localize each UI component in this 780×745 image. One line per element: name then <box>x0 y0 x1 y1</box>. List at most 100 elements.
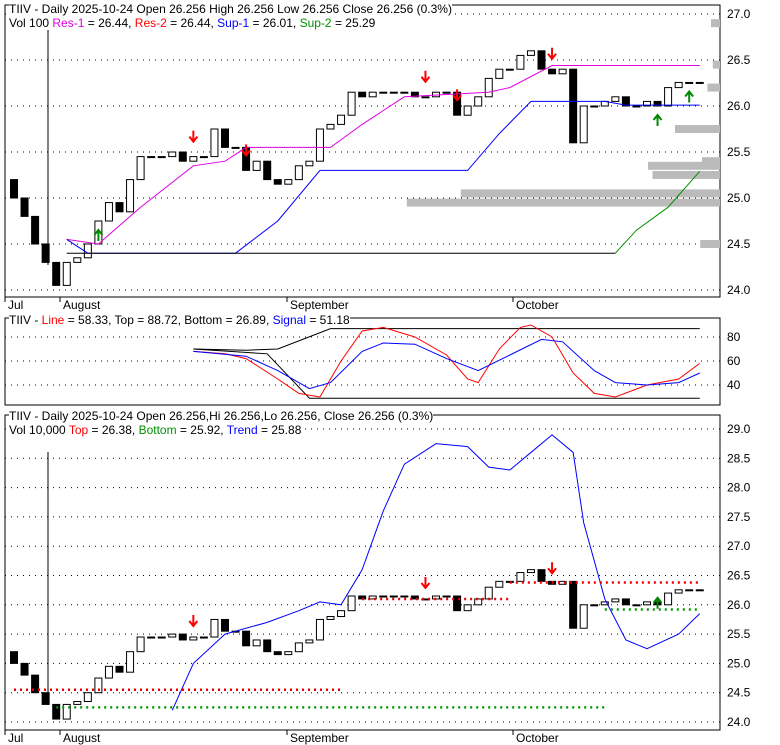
volume-profile-bar <box>675 125 720 133</box>
price-ytick: 26.5 <box>727 53 751 67</box>
trend-ytick: 25.0 <box>727 656 751 670</box>
sup2-value: = 25.29 <box>331 16 376 30</box>
trend-panel-candle <box>379 595 388 598</box>
price-candle <box>579 105 588 144</box>
price-candle <box>685 81 694 84</box>
volume-profile-bar <box>460 189 720 198</box>
up-arrow-icon <box>652 113 663 126</box>
vol-label: Vol 100 <box>9 16 50 30</box>
res1-value: = 26.44, <box>84 16 135 30</box>
trend-panel-candle <box>537 569 546 582</box>
price-candle <box>611 96 620 102</box>
up-arrow-icon <box>684 89 694 103</box>
trend-panel-candle <box>579 604 588 629</box>
trend-panel-candle <box>674 589 683 594</box>
down-arrow-icon <box>188 130 199 144</box>
xtick-label: October <box>516 298 559 312</box>
price-candle <box>368 91 377 98</box>
price-candle <box>315 128 324 162</box>
xtick-label: September <box>290 298 349 312</box>
price-candle <box>558 68 567 75</box>
volume-profile-bar <box>406 198 720 207</box>
res2-label: Res-2 <box>134 16 167 30</box>
price-candle <box>273 179 282 185</box>
down-arrow-icon <box>420 70 431 84</box>
volume-profile-bar <box>707 83 720 92</box>
price-ytick: 24.0 <box>727 283 751 297</box>
trend-panel-candle <box>73 700 82 705</box>
trend-panel-candle <box>294 642 303 653</box>
volume-profile-bar <box>712 60 720 69</box>
trend-panel-candle <box>695 589 704 592</box>
trend-panel-candle <box>495 580 504 588</box>
stoch-top-line <box>193 328 700 351</box>
res2-value: = 26.44, <box>166 16 218 30</box>
trend-panel-candle <box>10 651 18 664</box>
price-candle <box>157 156 166 159</box>
trend-panel-candle <box>389 595 398 598</box>
trend-panel-candle <box>400 595 409 598</box>
trend-panel-candle <box>157 636 166 639</box>
sup2-label: Sup-2 <box>299 16 332 30</box>
trend-panel-candle <box>189 636 198 641</box>
price-candle <box>126 179 135 213</box>
price-ytick: 26.0 <box>727 99 751 113</box>
trend-ytick: 29.0 <box>727 422 751 436</box>
panel-3-frame <box>4 414 721 731</box>
trend-panel-candle <box>147 636 156 639</box>
trend-panel-candle <box>273 651 282 656</box>
trend-panel-candle <box>326 616 335 620</box>
price-candle <box>389 91 398 94</box>
trend-ytick: 27.5 <box>727 510 751 524</box>
price-candle <box>83 243 92 259</box>
price-candle <box>379 91 388 94</box>
price-candle <box>252 160 261 171</box>
trend-panel-candle <box>168 633 177 638</box>
price-candle <box>347 91 356 116</box>
trend-label: Trend <box>226 423 258 437</box>
trend-panel-candle <box>347 595 356 612</box>
trend-value: = 25.88 <box>257 423 302 437</box>
volume-profile-bar <box>711 19 720 28</box>
trend-panel-candle <box>664 592 673 606</box>
xtick-label: Jul <box>8 298 23 312</box>
trend-ytick: 24.0 <box>727 715 751 729</box>
sup2-line <box>614 170 701 254</box>
stoch-signal-line <box>193 338 700 390</box>
price-candle <box>400 91 409 94</box>
price-candle <box>505 68 514 71</box>
trend-panel-candle <box>632 604 641 607</box>
trend-panel-candle <box>337 610 346 618</box>
price-candle <box>284 179 293 185</box>
trend-panel-candle <box>210 618 219 638</box>
price-candle <box>526 50 535 56</box>
trend-panel-candle <box>242 630 251 647</box>
trend-panel-candle <box>263 639 272 653</box>
volume-profile-bar <box>700 240 720 248</box>
trend-panel-candle <box>136 636 145 653</box>
trend-panel-candle <box>505 580 514 583</box>
price-candle <box>221 128 229 148</box>
trend-panel-candle <box>221 618 229 632</box>
bottom-label: Bottom <box>138 423 177 437</box>
chart-canvas: 24.0 24.5 25.0 25.5 26.0 26.5 27.0 40 60 80 24.0 24… <box>4 4 751 745</box>
price-candle <box>136 156 145 181</box>
trend-panel-candle <box>484 586 493 600</box>
price-candle <box>62 261 71 286</box>
price-candle <box>590 105 599 108</box>
price-candle <box>73 257 82 263</box>
price-candle <box>168 151 177 158</box>
xtick-label: October <box>516 731 559 745</box>
price-candle <box>115 202 124 213</box>
trend-ytick: 25.5 <box>727 627 751 641</box>
price-candle <box>474 96 483 107</box>
price-candle <box>104 202 113 222</box>
trend-panel-candle <box>104 665 113 679</box>
signal-value: = 51.18 <box>305 313 350 327</box>
trend-ytick: 26.0 <box>727 598 751 612</box>
down-arrow-icon <box>547 47 557 61</box>
price-candle <box>294 165 303 181</box>
price-candle <box>516 54 525 70</box>
volume-profile-bar <box>652 171 720 179</box>
line-value: = 58.33, Top = 88.72, Bottom = 26.89, <box>64 313 273 327</box>
